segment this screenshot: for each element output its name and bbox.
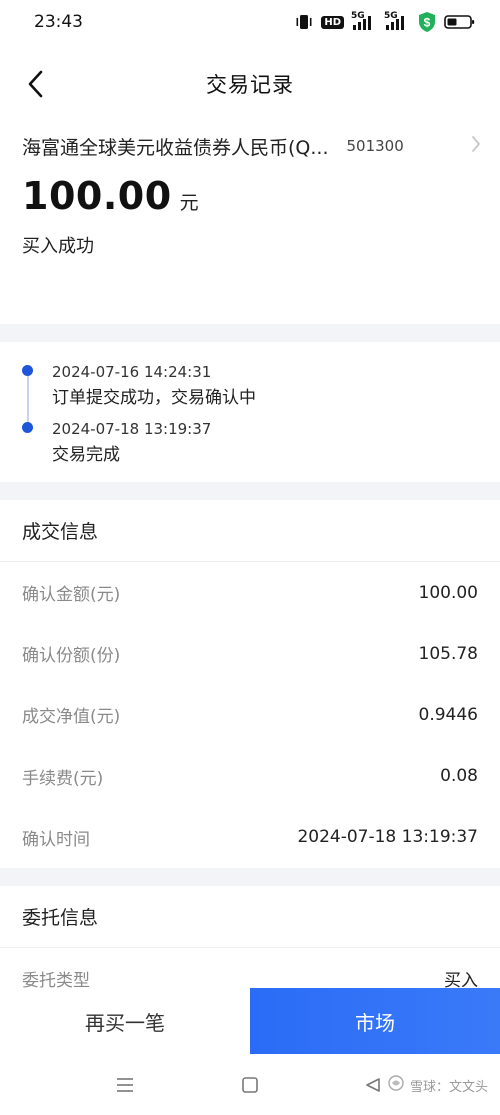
fund-link[interactable]: 海富通全球美元收益债券人民币(Q... 501300 bbox=[22, 126, 480, 166]
amount-unit: 元 bbox=[179, 192, 199, 214]
timeline-time: 2024-07-16 14:24:31 bbox=[52, 363, 212, 381]
info-label: 确认金额(元) bbox=[22, 585, 121, 606]
svg-text:$: $ bbox=[424, 16, 431, 30]
chevron-right-icon bbox=[470, 134, 482, 158]
status-bar: 23:43 HD 5G 5G $ bbox=[0, 0, 500, 44]
info-value: 2024-07-18 13:19:37 bbox=[297, 827, 478, 848]
vibrate-icon bbox=[294, 14, 314, 30]
snowball-logo-icon bbox=[387, 1074, 405, 1096]
trade-amount: 100.00 bbox=[22, 174, 172, 218]
info-row-confirmed-amount: 确认金额(元) 100.00 bbox=[22, 562, 478, 623]
battery-icon bbox=[444, 14, 476, 30]
info-label: 确认份额(份) bbox=[22, 646, 121, 667]
signal-label: 5G bbox=[351, 11, 365, 21]
watermark: 雪球：文文头 bbox=[387, 1074, 488, 1096]
status-time: 23:43 bbox=[34, 12, 83, 32]
watermark-text: 雪球：文文头 bbox=[409, 1079, 488, 1095]
signal-icon-2: 5G bbox=[384, 11, 410, 31]
fund-code: 501300 bbox=[346, 137, 404, 155]
chevron-left-icon bbox=[28, 70, 43, 98]
back-button[interactable] bbox=[18, 66, 54, 102]
status-icons: HD 5G 5G $ bbox=[294, 11, 476, 33]
market-button[interactable]: 市场 bbox=[250, 988, 500, 1054]
trade-timeline: 2024-07-16 14:24:31 订单提交成功，交易确认中 2024-07… bbox=[0, 342, 500, 482]
triangle-back-icon[interactable] bbox=[358, 1072, 388, 1098]
signal-icon: 5G bbox=[351, 11, 377, 31]
signal-label-2: 5G bbox=[384, 11, 398, 21]
fund-summary: 海富通全球美元收益债券人民币(Q... 501300 100.00 元 买入成功 bbox=[0, 126, 500, 324]
section-title-order-info: 委托信息 bbox=[0, 886, 500, 948]
section-divider bbox=[0, 867, 500, 886]
info-row-fee: 手续费(元) 0.08 bbox=[22, 746, 478, 807]
info-label: 手续费(元) bbox=[22, 768, 104, 789]
timeline-dot bbox=[22, 422, 33, 433]
timeline-desc: 订单提交成功，交易确认中 bbox=[52, 388, 256, 408]
info-row-confirm-time: 确认时间 2024-07-18 13:19:37 bbox=[22, 807, 478, 868]
system-nav-bar: 雪球：文文头 bbox=[0, 1054, 500, 1115]
info-value: 105.78 bbox=[418, 643, 478, 664]
info-label: 成交净值(元) bbox=[22, 707, 121, 728]
section-divider bbox=[0, 324, 500, 342]
info-row-nav: 成交净值(元) 0.9446 bbox=[22, 684, 478, 745]
info-value: 0.9446 bbox=[418, 704, 478, 725]
timeline-time: 2024-07-18 13:19:37 bbox=[52, 420, 212, 438]
amount-row: 100.00 元 bbox=[22, 174, 478, 218]
buy-again-button[interactable]: 再买一笔 bbox=[0, 988, 250, 1054]
fund-name: 海富通全球美元收益债券人民币(Q... bbox=[22, 136, 329, 159]
hd-icon: HD bbox=[321, 15, 344, 29]
page-title: 交易记录 bbox=[206, 73, 294, 97]
bottom-action-bar: 再买一笔 市场 bbox=[0, 988, 500, 1054]
info-row-confirmed-shares: 确认份额(份) 105.78 bbox=[22, 623, 478, 684]
home-square-icon[interactable] bbox=[235, 1072, 265, 1098]
timeline-line bbox=[27, 371, 29, 428]
info-value: 100.00 bbox=[418, 582, 478, 603]
deal-info-list: 确认金额(元) 100.00 确认份额(份) 105.78 成交净值(元) 0.… bbox=[0, 562, 500, 868]
section-divider bbox=[0, 482, 500, 500]
trade-status: 买入成功 bbox=[22, 236, 94, 257]
section-title-deal-info: 成交信息 bbox=[0, 500, 500, 562]
info-value: 0.08 bbox=[440, 766, 478, 787]
timeline-dot bbox=[22, 365, 33, 376]
timeline-desc: 交易完成 bbox=[52, 445, 120, 465]
shield-dollar-icon: $ bbox=[417, 11, 437, 33]
menu-icon[interactable] bbox=[110, 1072, 140, 1098]
info-label: 确认时间 bbox=[22, 829, 90, 850]
app-header: 交易记录 bbox=[0, 44, 500, 124]
